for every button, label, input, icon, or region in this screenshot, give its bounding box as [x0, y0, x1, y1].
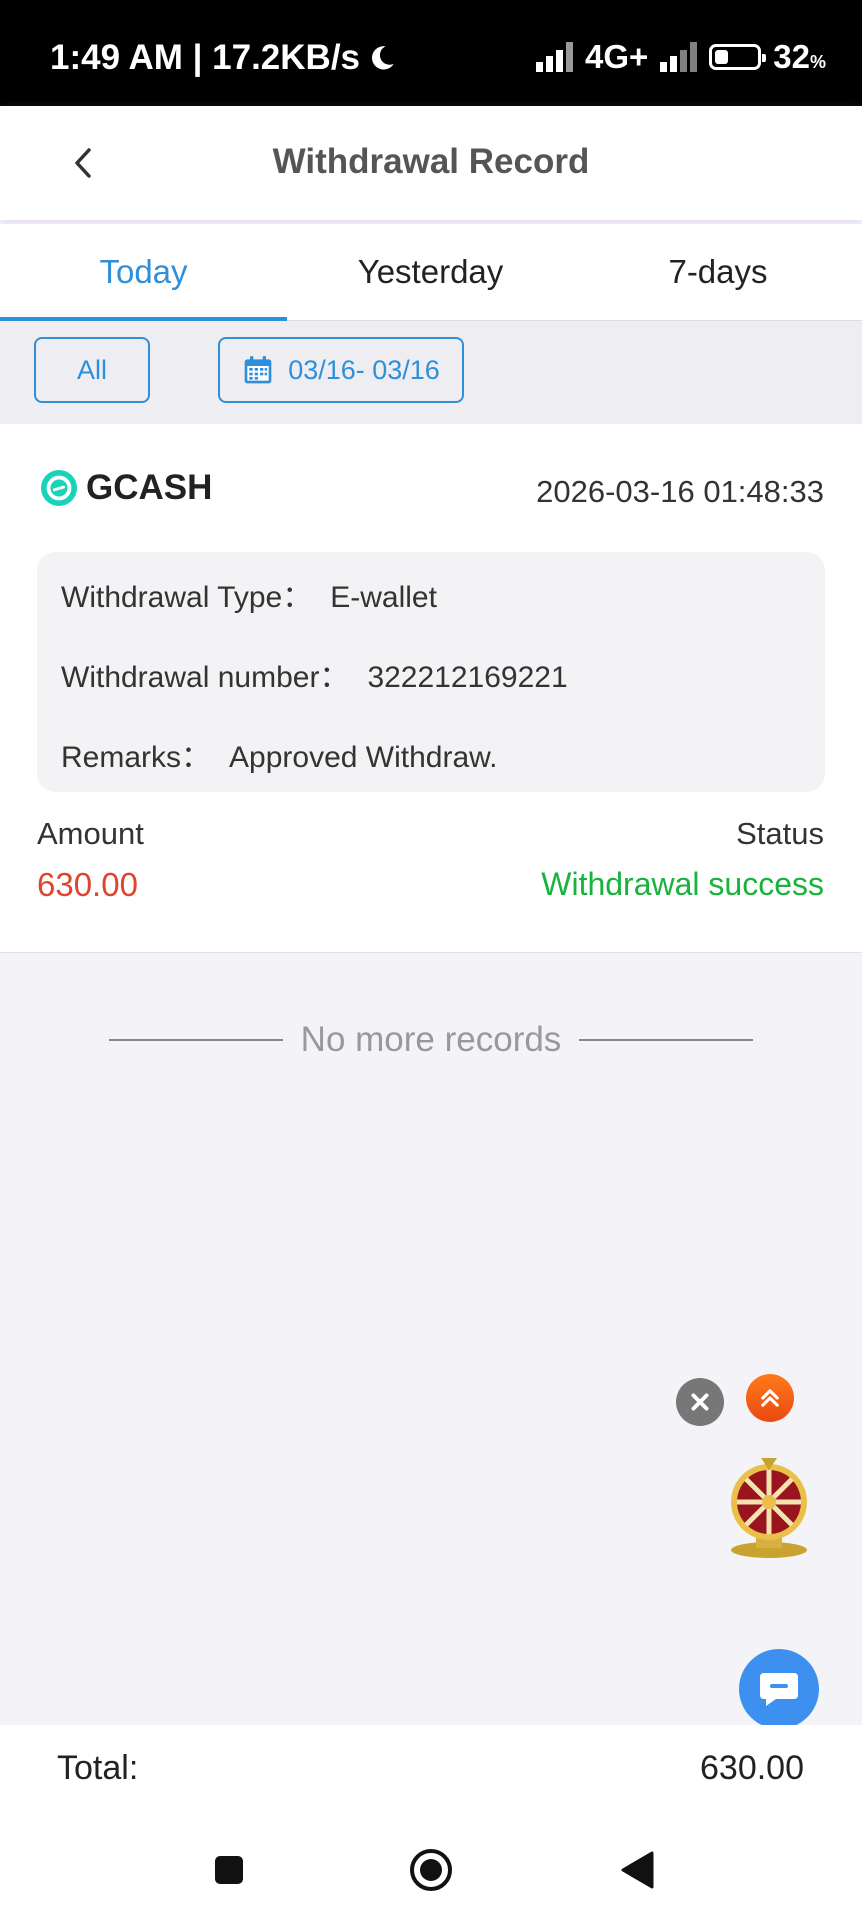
amount-value: 630.00	[37, 866, 138, 903]
withdrawal-number-label: Withdrawal number：	[61, 661, 350, 694]
status-value: Withdrawal success	[541, 866, 824, 902]
total-value: 630.00	[700, 1749, 804, 1787]
tab-7-days[interactable]: 7-days	[574, 224, 862, 320]
withdrawal-record-card[interactable]: GCASH 2026-03-16 01:48:33 Withdrawal Typ…	[0, 424, 862, 953]
withdrawal-type-row: Withdrawal Type： E-wallet	[61, 572, 437, 616]
recents-button[interactable]	[204, 1845, 254, 1895]
network-type: 4G+	[584, 38, 649, 75]
gcash-brand: GCASH	[40, 468, 212, 508]
remarks-row: Remarks： Approved Withdraw.	[61, 732, 497, 776]
date-range-label: 03/16- 03/16	[288, 354, 440, 385]
back-button[interactable]	[612, 1845, 662, 1895]
withdrawal-number-row: Withdrawal number： 322212169221	[61, 652, 568, 696]
battery-icon	[709, 44, 767, 70]
no-more-records: No more records	[0, 1012, 862, 1068]
remarks-value: Approved Withdraw.	[229, 741, 498, 774]
date-tabs: Today Yesterday 7-days	[0, 224, 862, 321]
scroll-top-button[interactable]	[746, 1374, 794, 1422]
system-nav-bar	[0, 1835, 862, 1920]
double-chevron-up-icon	[761, 1389, 779, 1407]
status-right: 4G+ 32%	[535, 38, 826, 76]
status-bar: 1:49 AM | 17.2KB/s 4G+ 32%	[0, 0, 862, 106]
withdrawal-type-label: Withdrawal Type：	[61, 581, 313, 614]
total-bar: Total: 630.00	[0, 1725, 862, 1835]
tab-today[interactable]: Today	[0, 224, 287, 321]
date-range-button[interactable]: 03/16- 03/16	[218, 337, 464, 403]
signal-icon	[535, 42, 573, 72]
withdrawal-type-value: E-wallet	[330, 581, 437, 614]
signal-icon	[660, 42, 698, 72]
chat-support-button[interactable]	[739, 1649, 819, 1729]
home-button[interactable]	[405, 1845, 457, 1895]
gcash-logo-icon	[40, 469, 78, 507]
total-label: Total:	[57, 1749, 139, 1787]
brand-name: GCASH	[86, 468, 213, 507]
status-label: Status	[736, 816, 824, 851]
square-icon	[215, 1856, 243, 1884]
lucky-wheel-button[interactable]	[726, 1458, 812, 1560]
page-title: Withdrawal Record	[272, 142, 590, 181]
chat-icon	[760, 1673, 798, 1706]
battery-percent: 32%	[773, 38, 826, 75]
record-details: Withdrawal Type： E-wallet Withdrawal numb…	[37, 552, 825, 792]
triangle-back-icon	[621, 1851, 654, 1889]
page-header: Withdrawal Record	[0, 106, 862, 220]
tab-yesterday[interactable]: Yesterday	[287, 224, 574, 320]
type-filter-button[interactable]: All	[34, 337, 150, 403]
moon-icon	[371, 46, 394, 70]
no-more-records-text: No more records	[300, 1020, 562, 1059]
status-time-speed: 1:49 AM | 17.2KB/s	[50, 38, 361, 77]
remarks-label: Remarks：	[61, 741, 212, 774]
divider-right	[579, 1039, 754, 1041]
circle-icon	[410, 1849, 452, 1891]
lucky-wheel-icon	[731, 1458, 807, 1558]
record-datetime: 2026-03-16 01:48:33	[536, 474, 824, 509]
divider-left	[108, 1039, 283, 1041]
close-float-button[interactable]	[676, 1378, 724, 1426]
withdrawal-number-value: 322212169221	[367, 661, 568, 694]
type-filter-label: All	[76, 354, 107, 385]
amount-label: Amount	[37, 816, 144, 851]
status-left: 1:49 AM | 17.2KB/s	[50, 38, 396, 78]
battery-fill	[715, 50, 729, 64]
close-icon	[691, 1393, 709, 1411]
calendar-icon	[244, 356, 272, 384]
filter-bar: All 03/16- 03/16	[0, 321, 862, 424]
